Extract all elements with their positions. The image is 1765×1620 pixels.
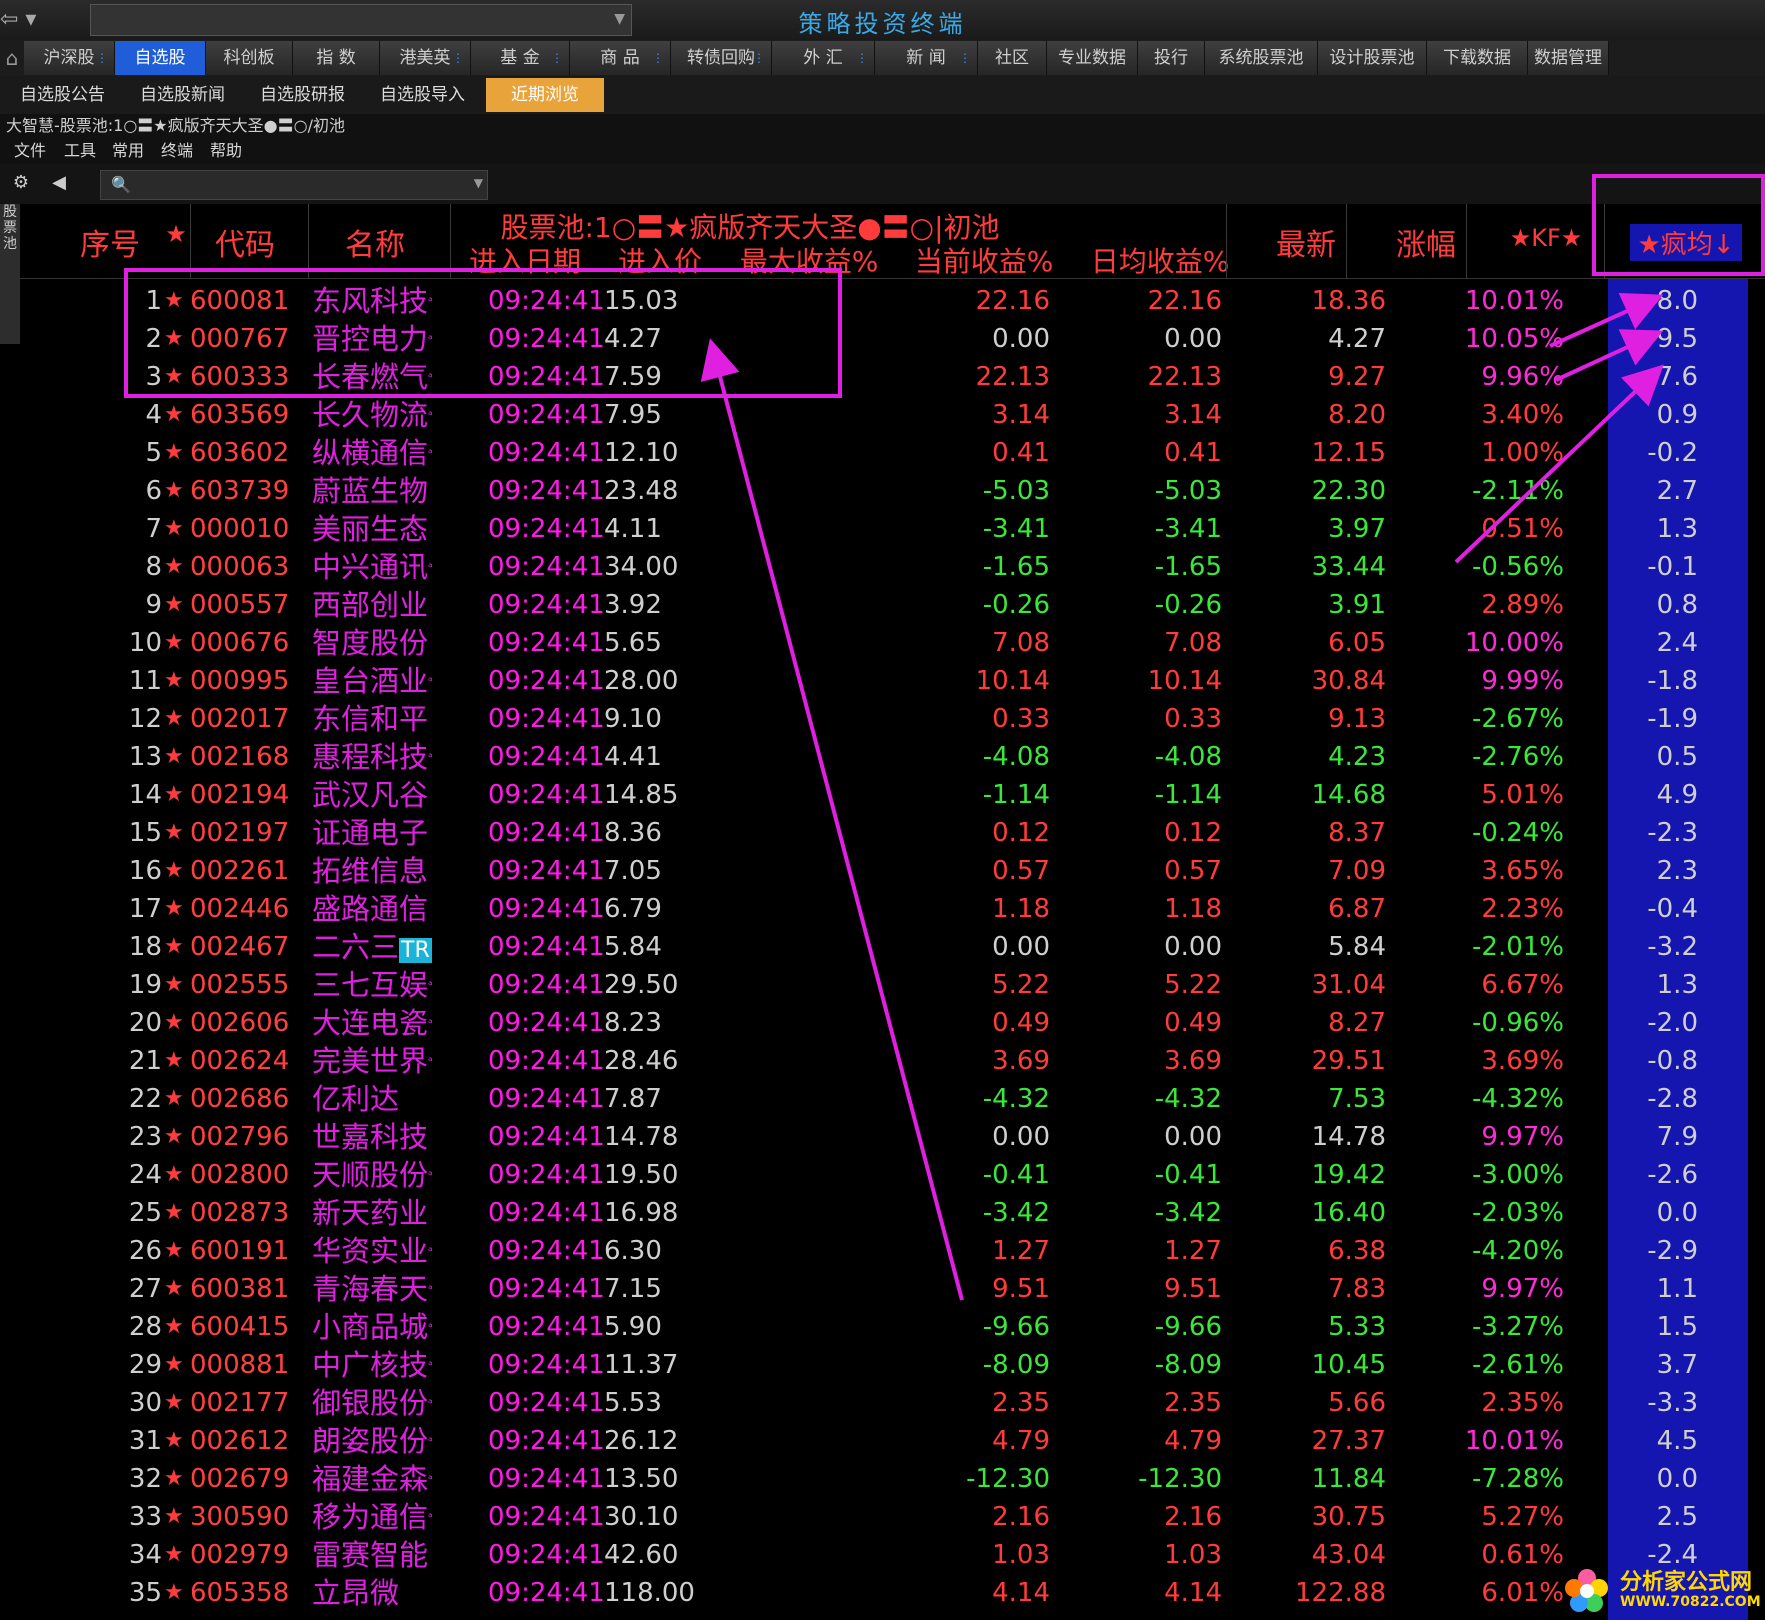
annotation-arrows bbox=[700, 292, 1664, 1301]
watermark-logo: 分析家公式网 WWW.70822.COM bbox=[1560, 1560, 1765, 1620]
flower-logo-icon bbox=[1565, 1569, 1608, 1612]
